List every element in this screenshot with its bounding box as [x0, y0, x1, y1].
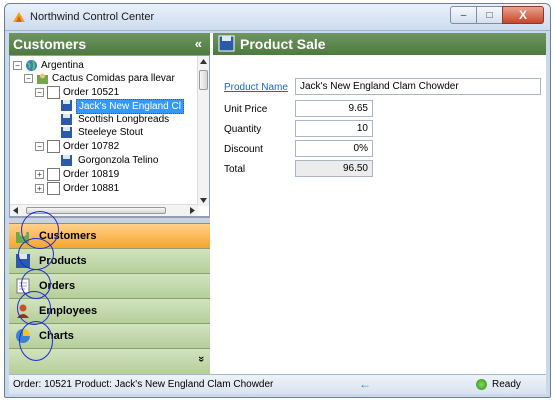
nav-overflow-button[interactable]: » [195, 356, 207, 362]
order-icon [47, 182, 60, 195]
ready-status-icon [476, 379, 487, 390]
tree-node-label: Argentina [41, 60, 84, 71]
tree-node-label: Order 10521 [63, 87, 120, 98]
vertical-scroll-thumb[interactable] [199, 70, 208, 90]
discount-label: Discount [224, 144, 263, 155]
minimize-button[interactable]: ‒ [450, 6, 476, 24]
status-text: Order: 10521 Product: Jack's New England… [13, 379, 274, 390]
product-icon [61, 100, 72, 111]
collapse-pane-button[interactable]: « [195, 36, 202, 51]
annotation-circle [17, 291, 51, 325]
scroll-right-icon[interactable] [190, 207, 195, 214]
tree-node-label: Jack's New England Cl [76, 99, 184, 114]
collapse-icon[interactable]: − [24, 74, 33, 83]
maximize-button[interactable]: □ [476, 6, 502, 24]
unit-price-label: Unit Price [224, 104, 268, 115]
scroll-up-icon[interactable] [200, 59, 207, 64]
collapse-icon[interactable]: − [13, 61, 22, 70]
window-controls: ‒ □ X [450, 6, 544, 25]
tree-node-label: Order 10881 [63, 183, 120, 194]
tree-node-label: Order 10819 [63, 169, 120, 180]
globe-icon [26, 60, 37, 71]
annotation-circle [18, 238, 54, 270]
scroll-left-icon[interactable] [13, 207, 18, 214]
tree-vertical-scrollbar[interactable] [197, 56, 209, 206]
customer-tree[interactable]: − Argentina − Cactus Comidas para llevar… [9, 55, 210, 217]
product-icon [61, 127, 72, 138]
right-pane-header: Product Sale [213, 33, 546, 55]
close-icon: X [518, 8, 527, 22]
collapse-icon[interactable]: − [35, 88, 44, 97]
collapse-icon[interactable]: − [35, 142, 44, 151]
unit-price-field[interactable]: 9.65 [295, 100, 373, 117]
client-area: Customers « − Argentina − Cactus Comidas… [9, 33, 546, 394]
quantity-field[interactable]: 10 [295, 120, 373, 137]
total-label: Total [224, 164, 246, 175]
customer-icon [37, 73, 48, 84]
left-pane-header: Customers « [9, 33, 210, 55]
product-icon [61, 155, 72, 166]
expand-icon[interactable]: + [35, 184, 44, 193]
back-arrow-icon[interactable]: ← [359, 375, 371, 394]
expand-icon[interactable]: + [35, 170, 44, 179]
app-logo-icon [13, 12, 25, 22]
order-icon [47, 168, 60, 181]
product-sale-icon [218, 35, 235, 52]
app-window: Northwind Control Center ‒ □ X Customers… [4, 3, 551, 398]
maximize-icon: □ [486, 9, 493, 21]
total-field: 96.50 [295, 160, 373, 177]
discount-field[interactable]: 0% [295, 140, 373, 157]
tree-node-label: Scottish Longbreads [78, 114, 170, 125]
product-icon [61, 114, 72, 125]
tree-node-label: Gorgonzola Telino [78, 155, 159, 166]
minimize-icon: ‒ [460, 9, 467, 21]
window-title: Northwind Control Center [30, 11, 155, 23]
close-button[interactable]: X [502, 6, 544, 24]
order-icon [47, 86, 60, 99]
tree-node-label: Cactus Comidas para llevar [52, 73, 175, 84]
product-name-link[interactable]: Product Name [224, 82, 288, 93]
scroll-down-icon[interactable] [200, 198, 207, 203]
status-bar: Order: 10521 Product: Jack's New England… [9, 374, 546, 394]
order-icon [47, 140, 60, 153]
title-bar[interactable]: Northwind Control Center ‒ □ X [5, 4, 550, 31]
tree-node-label: Order 10782 [63, 141, 120, 152]
tree-node-label: Steeleye Stout [78, 127, 144, 138]
ready-label: Ready [492, 379, 521, 390]
product-name-field[interactable]: Jack's New England Clam Chowder [295, 78, 541, 95]
annotation-circle [19, 321, 53, 361]
left-pane-title: Customers [13, 36, 87, 52]
quantity-label: Quantity [224, 124, 262, 135]
right-pane-title: Product Sale [240, 36, 326, 52]
